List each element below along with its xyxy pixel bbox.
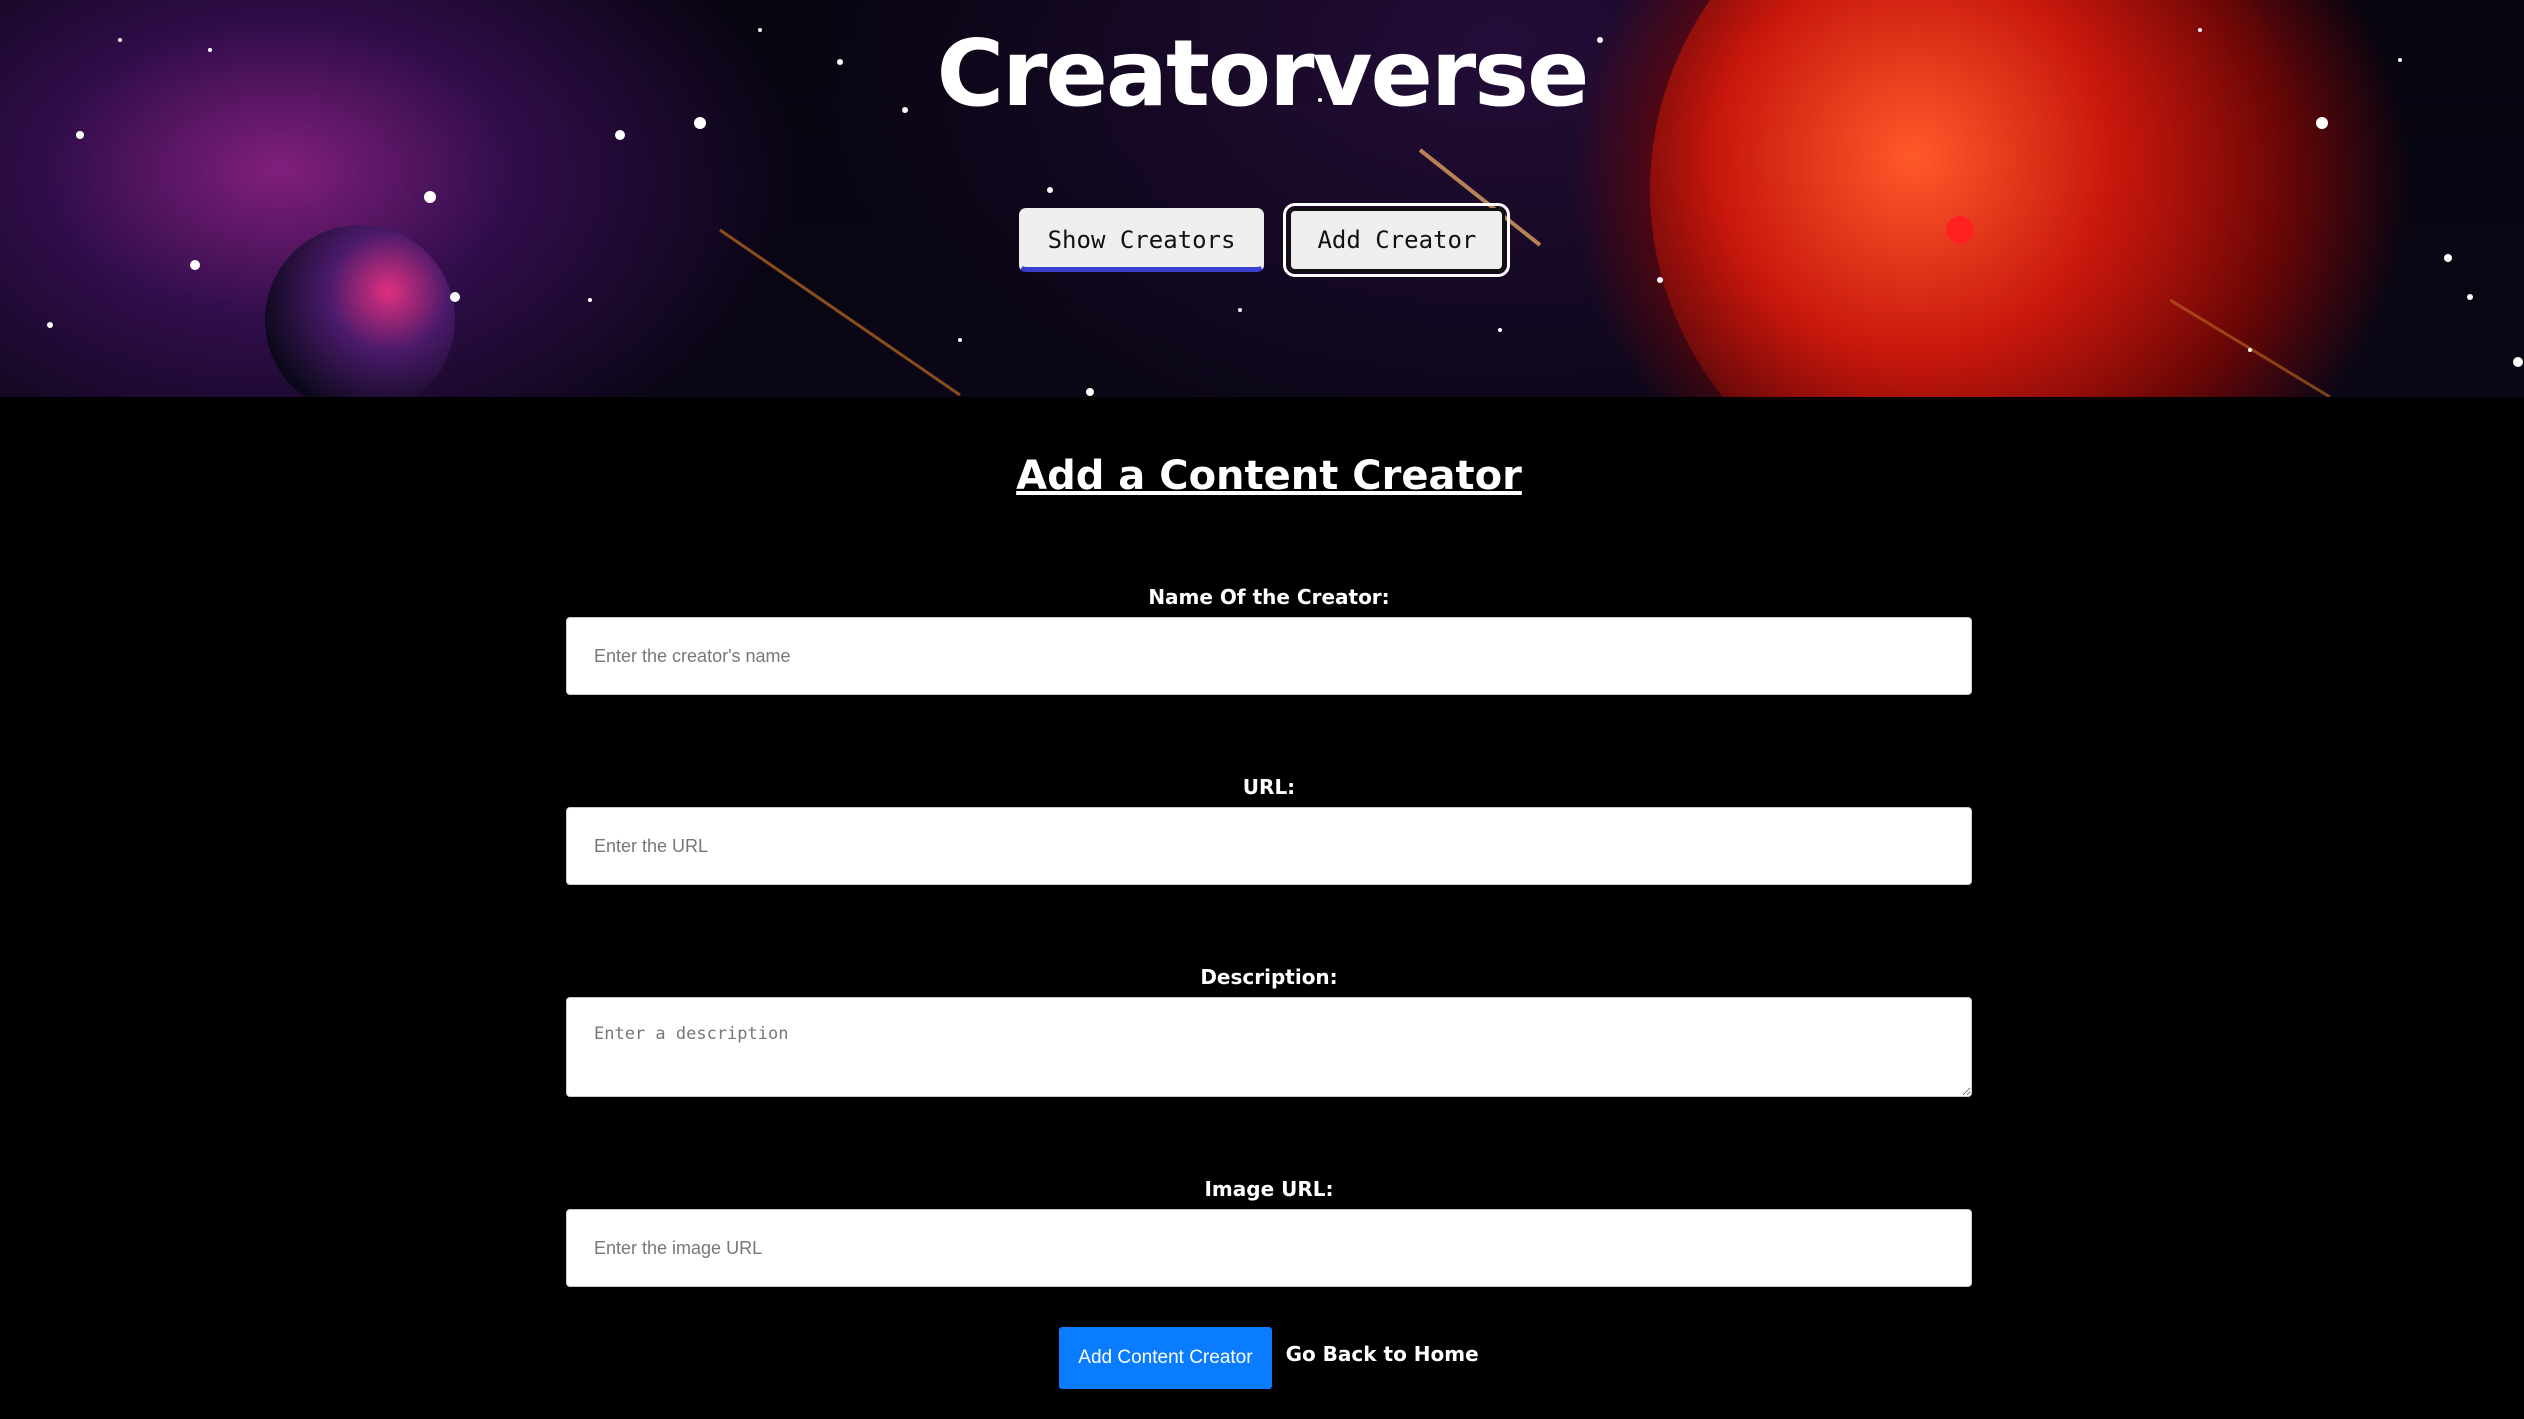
form-actions: Add Content Creator Go Back to Home bbox=[566, 1327, 1972, 1389]
description-textarea[interactable] bbox=[566, 997, 1972, 1097]
show-creators-button[interactable]: Show Creators bbox=[1018, 208, 1265, 272]
main-nav: Show Creators Add Creator bbox=[0, 203, 2524, 277]
image-url-input[interactable] bbox=[566, 1209, 1972, 1287]
site-title: Creatorverse bbox=[936, 20, 1590, 127]
go-back-home-link[interactable]: Go Back to Home bbox=[1286, 1327, 1479, 1381]
url-label: URL: bbox=[1242, 775, 1296, 799]
image-url-label: Image URL: bbox=[1204, 1177, 1334, 1201]
form-heading: Add a Content Creator bbox=[1016, 453, 1522, 499]
creator-name-input[interactable] bbox=[566, 617, 1972, 695]
url-input[interactable] bbox=[566, 807, 1972, 885]
description-label: Description: bbox=[1200, 965, 1338, 989]
name-label: Name Of the Creator: bbox=[1148, 585, 1390, 609]
hero-banner: Creatorverse Show Creators Add Creator bbox=[0, 0, 2524, 397]
add-creator-button[interactable]: Add Creator bbox=[1283, 203, 1511, 277]
add-content-creator-button[interactable]: Add Content Creator bbox=[1059, 1327, 1272, 1389]
